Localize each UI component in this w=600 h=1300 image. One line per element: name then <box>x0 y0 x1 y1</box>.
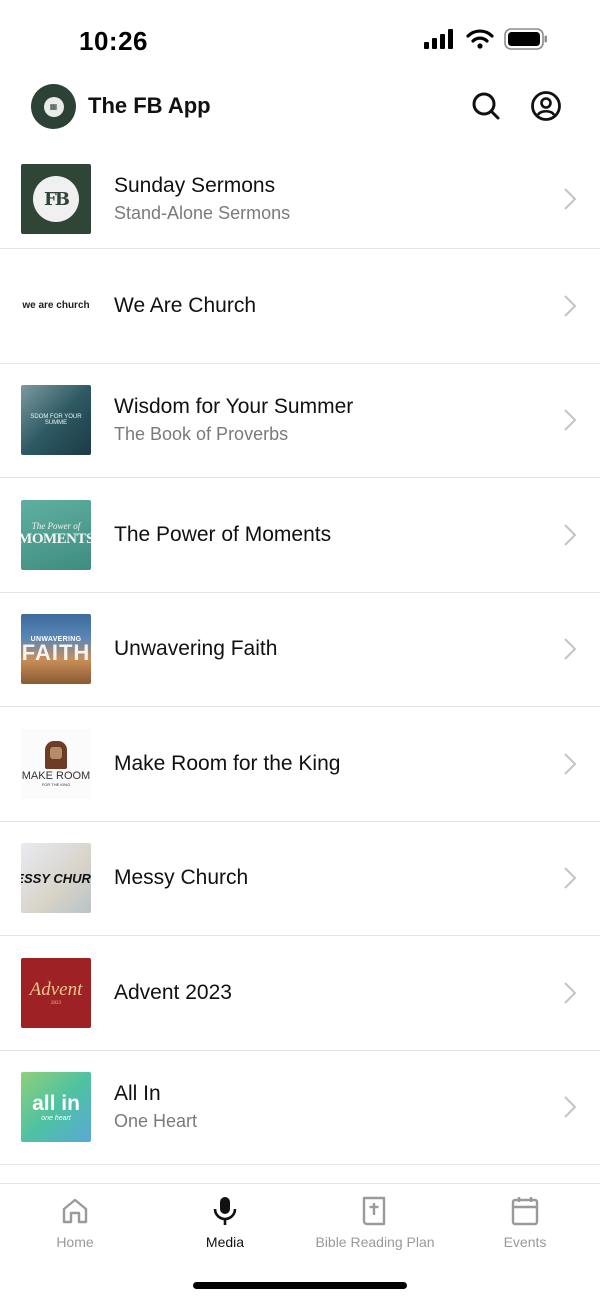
chevron-right-icon <box>564 295 577 317</box>
series-row-wisdom-for-your-summer[interactable]: SDOM FOR YOUR SUMME Wisdom for Your Summ… <box>0 364 600 478</box>
chevron-right-icon <box>564 1096 577 1118</box>
chevron-right-icon <box>564 188 577 210</box>
series-title: Messy Church <box>114 866 249 890</box>
microphone-icon <box>213 1197 237 1225</box>
chevron-right-icon <box>564 409 577 431</box>
chevron-right-icon <box>564 638 577 660</box>
series-row-the-power-of-moments[interactable]: The Power of MOMENTS The Power of Moment… <box>0 478 600 593</box>
series-thumbnail: The Power of MOMENTS <box>21 499 91 570</box>
series-row-messy-church[interactable]: IESSY CHURC Messy Church <box>0 822 600 936</box>
series-row-sunday-sermons[interactable]: FB Sunday Sermons Stand-Alone Sermons <box>0 150 600 249</box>
series-list: FB Sunday Sermons Stand-Alone Sermons we… <box>0 150 600 1165</box>
tab-bible-reading-plan[interactable]: Bible Reading Plan <box>300 1194 450 1250</box>
home-indicator[interactable] <box>193 1282 407 1289</box>
series-thumbnail: Advent 2023 <box>21 957 91 1028</box>
profile-button[interactable] <box>530 90 562 122</box>
battery-icon <box>504 28 547 50</box>
series-thumbnail: SDOM FOR YOUR SUMME <box>21 385 91 456</box>
status-icons <box>424 28 548 50</box>
series-subtitle: The Book of Proverbs <box>114 424 289 445</box>
series-subtitle: Stand-Alone Sermons <box>114 203 291 223</box>
series-thumbnail: MAKE ROOM FOR THE KING <box>21 728 91 799</box>
tab-label: Home <box>56 1234 94 1250</box>
series-title: Advent 2023 <box>114 980 232 1004</box>
tab-events[interactable]: Events <box>450 1194 600 1250</box>
account-icon <box>531 91 561 121</box>
status-time: 10:26 <box>79 26 148 56</box>
series-title: We Are Church <box>114 293 257 317</box>
search-button[interactable] <box>470 90 502 122</box>
chevron-right-icon <box>564 524 577 546</box>
series-title: Sunday Sermons <box>114 174 276 197</box>
series-title: Make Room for the King <box>114 751 341 775</box>
chevron-right-icon <box>564 982 577 1004</box>
series-title: All In <box>114 1082 161 1106</box>
series-subtitle: One Heart <box>114 1111 198 1132</box>
series-row-all-in[interactable]: all in one heart All In One Heart <box>0 1051 600 1165</box>
series-title: The Power of Moments <box>114 522 332 546</box>
tab-home[interactable]: Home <box>0 1194 150 1250</box>
tab-label: Bible Reading Plan <box>315 1234 435 1250</box>
series-thumbnail: IESSY CHURC <box>21 843 91 914</box>
series-row-unwavering-faith[interactable]: UNWAVERING FAITH Unwavering Faith <box>0 593 600 707</box>
search-icon <box>472 92 500 120</box>
throne-image <box>45 740 67 769</box>
app-header: ▦ The FB App <box>0 80 600 140</box>
series-thumbnail: UNWAVERING FAITH <box>21 614 91 685</box>
tab-label: Media <box>205 1234 245 1250</box>
app-title: The FB App <box>88 93 211 118</box>
status-bar: 10:26 <box>0 0 600 80</box>
series-row-make-room-for-the-king[interactable]: MAKE ROOM FOR THE KING Make Room for the… <box>0 707 600 822</box>
chevron-right-icon <box>564 867 577 889</box>
cellular-signal-icon <box>424 29 453 49</box>
chevron-right-icon <box>564 753 577 775</box>
tab-bar: Home Media Bible Reading Plan Events <box>0 1183 600 1300</box>
fb-logo-icon: ▦ <box>43 96 64 117</box>
series-thumbnail: we are church <box>21 270 91 341</box>
calendar-icon <box>511 1197 539 1226</box>
series-thumbnail: all in one heart <box>21 1072 91 1143</box>
bible-icon <box>362 1196 386 1226</box>
tab-media[interactable]: Media <box>150 1194 300 1250</box>
fb-logo-icon: FB <box>33 176 79 222</box>
series-title: Wisdom for Your Summer <box>114 395 354 419</box>
series-row-we-are-church[interactable]: we are church We Are Church <box>0 249 600 364</box>
series-thumbnail: FB <box>21 164 91 234</box>
wifi-icon <box>466 29 494 49</box>
app-logo: ▦ <box>31 84 76 129</box>
tab-label: Events <box>503 1234 547 1250</box>
series-title: Unwavering Faith <box>114 637 278 661</box>
home-icon <box>62 1198 88 1224</box>
series-row-advent-2023[interactable]: Advent 2023 Advent 2023 <box>0 936 600 1051</box>
